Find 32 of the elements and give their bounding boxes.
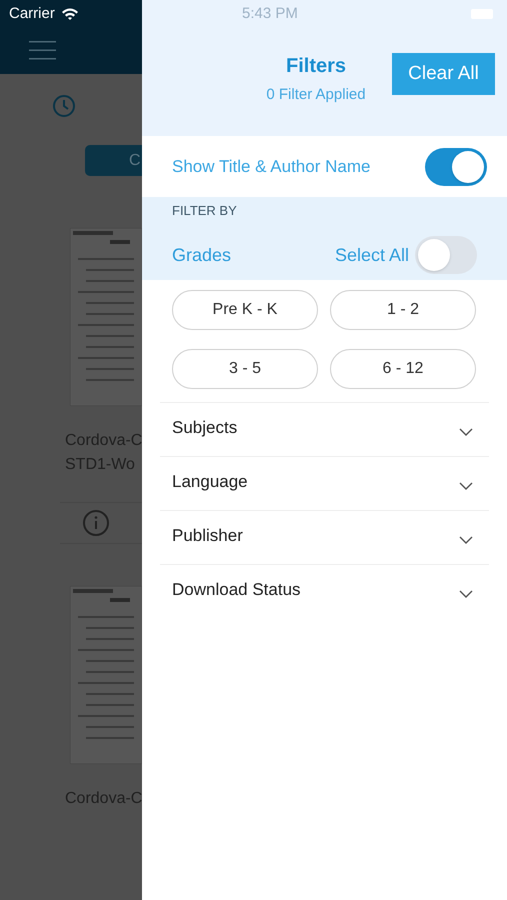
- accordion-label: Download Status: [172, 579, 301, 602]
- clock-icon[interactable]: [52, 94, 76, 118]
- document-thumbnail[interactable]: [70, 586, 142, 764]
- setting-label: Show Title & Author Name: [172, 156, 370, 178]
- filter-count: 0 Filter Applied: [266, 85, 366, 105]
- grade-chip[interactable]: 3 - 5: [172, 349, 318, 389]
- clock-time: 5:43 PM: [242, 4, 298, 24]
- accordion-row[interactable]: Language: [160, 457, 489, 511]
- accordion-row[interactable]: Download Status: [160, 565, 489, 619]
- chevron-icon: [459, 536, 473, 544]
- menu-icon[interactable]: [29, 41, 56, 60]
- info-icon[interactable]: [82, 509, 110, 537]
- grade-chip[interactable]: Pre K - K: [172, 290, 318, 330]
- accordion-row[interactable]: Subjects: [160, 403, 489, 457]
- select-all-label: Select All: [334, 244, 409, 266]
- grades-label: Grades: [172, 244, 232, 266]
- accordion-label: Language: [172, 470, 248, 493]
- toggle-switch[interactable]: [425, 148, 487, 186]
- accordion-label: Publisher: [172, 524, 243, 547]
- chevron-icon: [459, 590, 473, 598]
- chevron-icon: [459, 482, 473, 490]
- chevron-icon: [459, 428, 473, 436]
- accordion-label: Subjects: [172, 416, 238, 439]
- toggle-switch[interactable]: [415, 236, 477, 274]
- section-label: FILTER BY: [172, 202, 238, 219]
- accordion-row[interactable]: Publisher: [160, 511, 489, 565]
- carrier-label: Carrier: [9, 4, 55, 24]
- wifi-icon: [60, 7, 79, 21]
- grade-chip[interactable]: 1 - 2: [330, 290, 476, 330]
- document-thumbnail[interactable]: [70, 228, 142, 406]
- panel-title: Filters: [286, 54, 346, 79]
- grade-chip[interactable]: 6 - 12: [330, 349, 476, 389]
